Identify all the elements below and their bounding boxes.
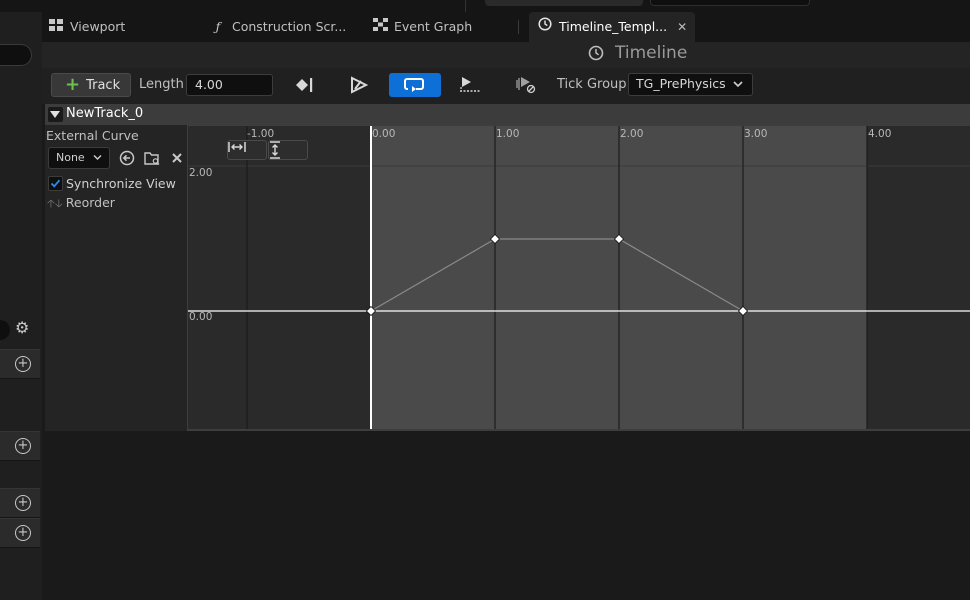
tab-divider [518,20,519,34]
top-control-2[interactable] [650,0,810,6]
zoom-to-fit-vertical-button[interactable] [268,140,308,160]
add-track-button[interactable]: + Track [51,73,131,97]
browse-folder-icon[interactable] [143,149,161,167]
gear-icon[interactable]: ⚙ [15,318,29,337]
top-control-1[interactable] [485,0,643,6]
tab-label: Viewport [70,19,126,34]
timeline-toolbar: + Track Length 4.00 Tick Group TG_PrePhys… [42,68,970,104]
tab-bar: Viewport ƒ Construction Scr... Event Grap… [42,12,970,42]
synchronize-view-label: Synchronize View [66,176,176,191]
function-icon: ƒ [215,19,221,34]
tab-construction-script[interactable]: ƒ Construction Scr... [210,12,347,42]
add-icon[interactable]: + [15,356,31,372]
use-selected-curve-icon[interactable] [118,149,136,167]
external-curve-dropdown[interactable]: None [48,147,110,169]
external-curve-label: External Curve [46,128,139,143]
top-strip [0,0,970,12]
event-graph-icon [372,12,388,42]
tick-group-label: Tick Group [557,77,627,92]
ignore-time-dilation-icon[interactable] [512,73,540,97]
close-icon[interactable]: ✕ [677,20,687,34]
time-tick-label: 1.00 [496,128,520,140]
loop-toggle-icon[interactable] [389,73,441,97]
curve-canvas[interactable] [188,126,970,431]
tick-group-value: TG_PrePhysics [636,76,726,91]
add-icon[interactable]: + [15,525,31,541]
fit-horizontal-icon [228,142,246,152]
value-label: 2.00 [189,167,213,179]
track-name[interactable]: NewTrack_0 [66,106,143,121]
synchronize-view-checkbox[interactable] [48,176,63,191]
length-input[interactable]: 4.00 [186,74,273,96]
collapse-arrow-icon[interactable] [48,107,63,122]
track-header[interactable]: NewTrack_0 [45,104,970,125]
tab-label: Timeline_Templ... [559,19,668,34]
replicated-icon[interactable] [456,73,484,97]
use-last-keyframe-icon[interactable] [345,73,373,97]
sidebar-toggle[interactable] [0,320,10,340]
left-sidebar: ⚙ + + + + [0,12,42,600]
time-tick-label: 2.00 [620,128,644,140]
clock-icon [537,12,553,42]
time-tick-label: 3.00 [744,128,768,140]
time-tick-label: -1.00 [247,128,275,140]
sidebar-row-1: + [0,349,40,379]
sidebar-row-2: + [0,431,40,461]
sidebar-row-4: + [0,518,40,548]
viewport-icon [48,12,64,42]
add-icon[interactable]: + [15,438,31,454]
chevron-down-icon [93,148,102,168]
time-tick-label: 4.00 [868,128,892,140]
plus-icon: + [65,74,81,95]
top-divider [465,0,466,12]
reorder-label: Reorder [65,195,115,210]
tab-timeline[interactable]: Timeline_Templ... ✕ [529,12,696,42]
reorder-arrows-icon: 🡡🡣 [47,197,63,210]
clock-icon [588,45,604,64]
sidebar-row-3: + [0,488,40,518]
time-tick-label: 0.00 [372,128,396,140]
tab-viewport[interactable]: Viewport [48,12,125,42]
panel-title: Timeline [615,43,688,63]
curve-graph[interactable]: -1.00 0.00 1.00 2.00 3.00 4.00 2.00 0.00 [187,125,970,431]
tick-group-dropdown[interactable]: TG_PrePhysics [628,73,753,96]
external-curve-value: None [56,151,85,164]
tab-label: Event Graph [394,19,473,34]
panel-title-bar: Timeline [42,42,970,68]
value-label: 0.00 [189,311,213,323]
sidebar-search[interactable] [0,44,32,66]
clear-icon[interactable] [168,149,186,167]
tab-label: Construction Scr... [232,19,347,34]
add-key-icon[interactable] [290,73,318,97]
add-icon[interactable]: + [15,495,31,511]
track-panel: External Curve None Synchronize View 🡡🡣 R… [45,125,187,431]
tab-event-graph[interactable]: Event Graph [372,12,472,42]
add-track-label: Track [86,78,121,93]
reorder-control[interactable]: 🡡🡣 Reorder [47,195,115,214]
zoom-to-fit-horizontal-button[interactable] [227,140,267,160]
length-label: Length [139,77,184,92]
chevron-down-icon [733,74,743,94]
fit-vertical-icon [270,141,280,159]
